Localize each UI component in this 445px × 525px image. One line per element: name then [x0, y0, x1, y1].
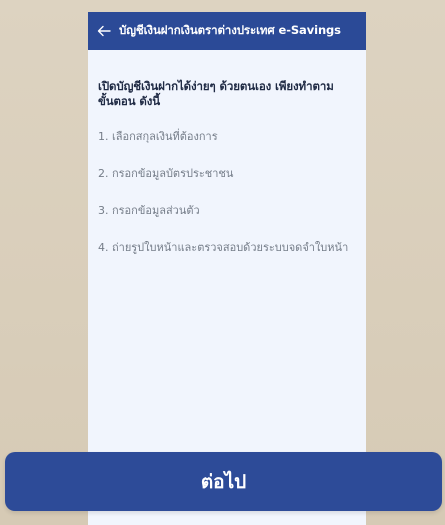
step-item: 2. กรอกข้อมูลบัตรประชาชน [98, 167, 234, 180]
page-title: บัญชีเงินฝากเงินตราต่างประเทศ e-Savings [119, 23, 341, 37]
main-content: เปิดบัญชีเงินฝากได้ง่ายๆ ด้วยตนเอง เพียง… [88, 79, 366, 255]
steps-list: 1. เลือกสกุลเงินที่ต้องการ 2. กรอกข้อมูล… [98, 130, 356, 255]
phone-screen: บัญชีเงินฝากเงินตราต่างประเทศ e-Savings … [88, 12, 366, 525]
intro-line-1: เปิดบัญชีเงินฝากได้ง่ายๆ ด้วยตนเอง เพียง… [98, 79, 334, 93]
arrow-left-icon[interactable] [96, 23, 112, 39]
step-item: 1. เลือกสกุลเงินที่ต้องการ [98, 130, 218, 143]
step-item: 3. กรอกข้อมูลส่วนตัว [98, 204, 200, 217]
app-header: บัญชีเงินฝากเงินตราต่างประเทศ e-Savings [88, 12, 366, 50]
intro-text: เปิดบัญชีเงินฝากได้ง่ายๆ ด้วยตนเอง เพียง… [98, 79, 356, 109]
step-item: 4. ถ่ายรูปใบหน้าและตรวจสอบด้วยระบบจดจำใบ… [98, 241, 349, 254]
continue-button[interactable]: ต่อไป [5, 452, 442, 511]
intro-line-2: ขั้นตอน ดังนี้ [98, 94, 161, 108]
